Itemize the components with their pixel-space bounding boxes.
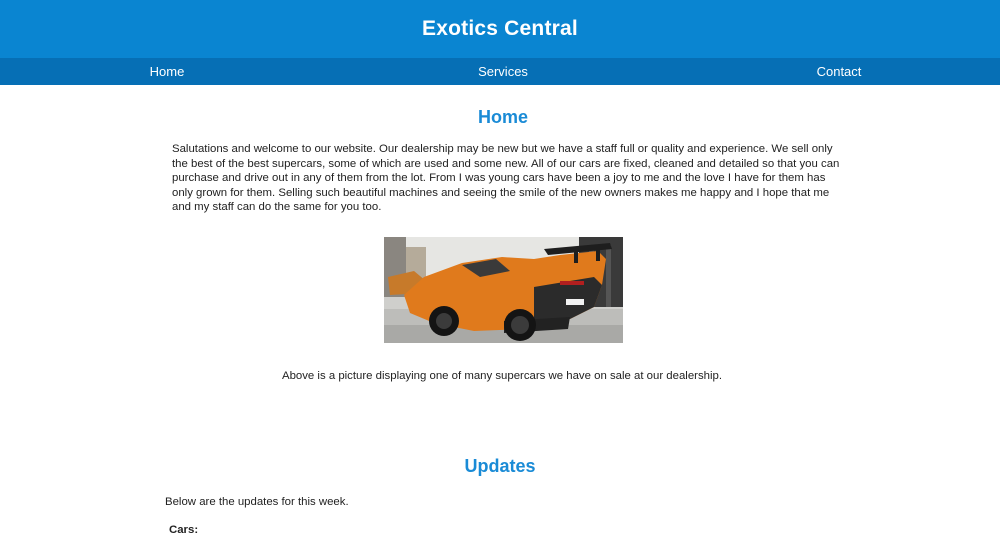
updates-intro: Below are the updates for this week. xyxy=(165,496,349,508)
nav-link-services[interactable]: Services xyxy=(478,58,528,85)
photo-caption: Above is a picture displaying one of man… xyxy=(281,370,723,382)
updates-heading: Updates xyxy=(464,456,536,476)
site-title: Exotics Central xyxy=(422,17,578,40)
home-heading: Home xyxy=(477,107,528,127)
car-photo-graphic xyxy=(384,237,623,343)
nav-link-contact[interactable]: Contact xyxy=(817,58,862,85)
cars-label: Cars: xyxy=(169,524,199,536)
nav-bar: Home Services Contact xyxy=(0,58,1000,85)
intro-paragraph: Salutations and welcome to our website. … xyxy=(172,143,840,213)
nav-link-home[interactable]: Home xyxy=(150,58,185,85)
car-photo xyxy=(384,237,623,343)
site-header: Exotics Central xyxy=(0,0,1000,58)
